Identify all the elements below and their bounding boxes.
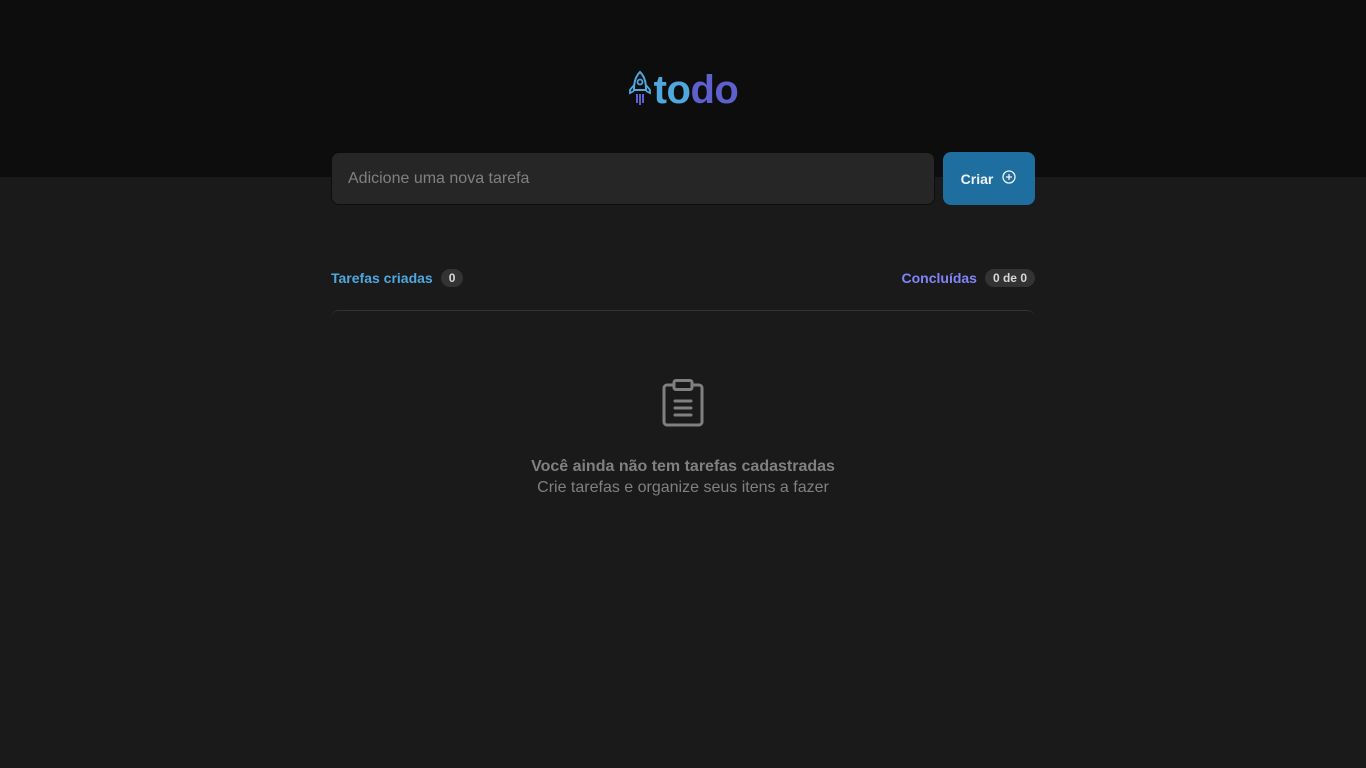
create-button[interactable]: Criar bbox=[943, 152, 1035, 205]
clipboard-icon bbox=[662, 379, 704, 432]
new-task-form: Criar bbox=[331, 152, 1035, 205]
done-count-badge: 0 de 0 bbox=[984, 269, 1035, 287]
create-button-label: Criar bbox=[960, 170, 994, 187]
logo-text-do: do bbox=[690, 68, 739, 112]
new-task-input[interactable] bbox=[331, 152, 935, 205]
created-count-badge: 0 bbox=[440, 269, 464, 287]
logo: todo bbox=[0, 66, 1366, 114]
empty-subtitle: Crie tarefas e organize seus itens a faz… bbox=[537, 479, 829, 496]
rocket-icon bbox=[628, 70, 652, 111]
plus-circle-icon bbox=[1001, 169, 1017, 188]
task-stats: Tarefas criadas 0 Concluídas 0 de 0 bbox=[331, 268, 1035, 288]
created-stat: Tarefas criadas 0 bbox=[331, 269, 464, 287]
empty-state: Você ainda não tem tarefas cadastradas C… bbox=[331, 310, 1035, 510]
created-label: Tarefas criadas bbox=[331, 270, 433, 286]
done-label: Concluídas bbox=[901, 270, 977, 286]
done-stat: Concluídas 0 de 0 bbox=[901, 269, 1035, 287]
logo-text-to: to bbox=[653, 68, 691, 112]
empty-title: Você ainda não tem tarefas cadastradas bbox=[531, 458, 835, 475]
app-header: todo bbox=[0, 0, 1366, 177]
